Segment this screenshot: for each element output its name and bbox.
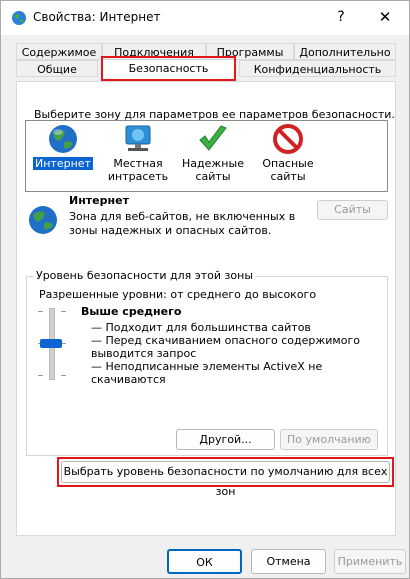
checkmark-icon	[199, 125, 227, 151]
slider-tick	[38, 375, 43, 376]
zone-local-intranet[interactable]: Местная интрасеть	[103, 121, 173, 191]
apply-button[interactable]: Применить	[334, 549, 406, 574]
tab-content[interactable]: Содержимое	[16, 43, 102, 60]
window-title: Свойства: Интернет	[33, 10, 161, 24]
cancel-button[interactable]: Отмена	[251, 549, 326, 574]
selected-zone-description: Зона для веб-сайтов, не включенных в зон…	[69, 210, 296, 237]
zone-internet[interactable]: Интернет	[28, 121, 98, 191]
tab-privacy[interactable]: Конфиденциальность	[239, 60, 396, 77]
title-bar: Свойства: Интернет ? ✕	[1, 1, 409, 35]
help-icon[interactable]: ?	[331, 7, 351, 27]
tab-advanced[interactable]: Дополнительно	[294, 43, 396, 60]
sites-button[interactable]: Сайты	[317, 200, 388, 220]
intranet-icon	[125, 125, 151, 151]
globe-icon	[49, 125, 77, 153]
slider-tick	[61, 311, 66, 312]
zone-restricted-sites[interactable]: Опасные сайты	[253, 121, 323, 191]
selected-zone-globe-icon	[29, 206, 57, 234]
zone-label: Надежные сайты	[182, 157, 244, 183]
security-tab-highlight	[101, 56, 236, 81]
zone-trusted-sites[interactable]: Надежные сайты	[178, 121, 248, 191]
zone-label: Местная интрасеть	[107, 157, 169, 183]
custom-level-button[interactable]: Другой...	[176, 429, 275, 450]
security-level-group-title: Уровень безопасности для этой зоны	[34, 269, 255, 282]
slider-tick	[38, 311, 43, 312]
prohibited-icon	[273, 124, 303, 154]
detail-line: — Перед скачиванием опасного содержимого…	[91, 334, 360, 360]
security-level-details: — Подходит для большинства сайтов — Пере…	[91, 321, 391, 386]
reset-all-zones-highlight	[57, 457, 394, 487]
zone-label: Опасные сайты	[262, 157, 314, 183]
security-level-slider-thumb[interactable]	[40, 339, 62, 348]
tab-general[interactable]: Общие	[16, 60, 98, 77]
selected-zone-name: Интернет	[69, 194, 129, 207]
close-icon[interactable]: ✕	[375, 7, 395, 27]
default-level-button[interactable]: По умолчанию	[280, 429, 378, 450]
security-level-name: Выше среднего	[81, 305, 182, 318]
zone-list: Интернет Местная интрасеть Надежные сайт…	[25, 120, 388, 192]
zone-label: Интернет	[33, 157, 93, 170]
detail-line: — Неподписанные элементы ActiveX не скач…	[91, 360, 323, 386]
internet-options-window: Свойства: Интернет ? ✕ Содержимое Подклю…	[0, 0, 410, 579]
detail-line: — Подходит для большинства сайтов	[91, 321, 311, 334]
ok-button[interactable]: ОК	[167, 549, 242, 574]
slider-tick	[61, 375, 66, 376]
internet-options-icon	[12, 11, 26, 25]
allowed-levels-text: Разрешенные уровни: от среднего до высок…	[39, 288, 317, 301]
